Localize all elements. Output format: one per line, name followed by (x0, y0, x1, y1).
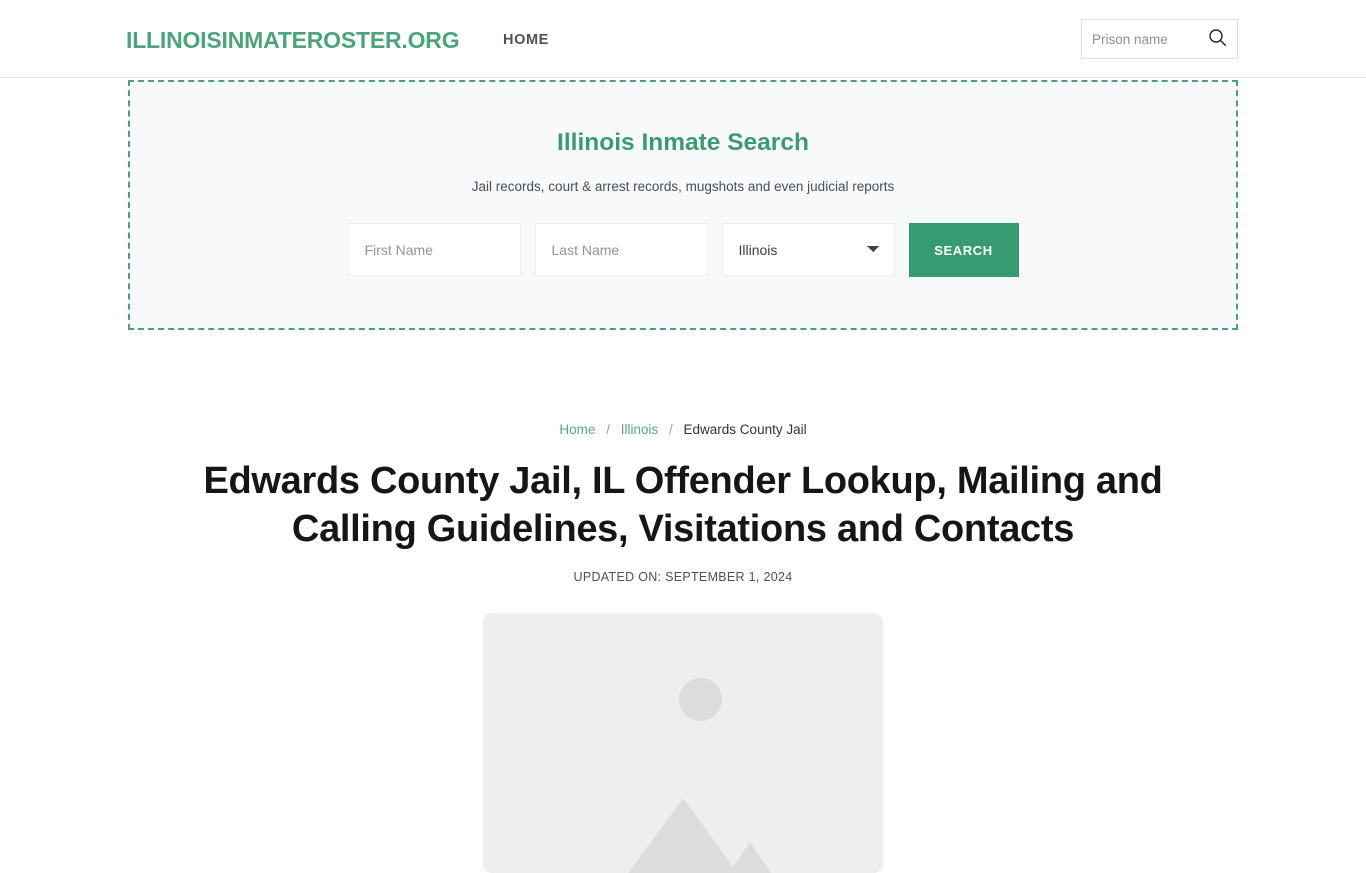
site-logo[interactable]: ILLINOISINMATEROSTER.ORG (126, 26, 460, 54)
breadcrumb-link-home[interactable]: Home (559, 422, 595, 437)
last-name-input[interactable] (534, 223, 708, 276)
breadcrumb-current: Edwards County Jail (683, 422, 807, 437)
breadcrumb-separator: / (606, 422, 610, 437)
search-icon (1208, 28, 1227, 50)
breadcrumb: Home / Illinois / Edwards County Jail (0, 420, 1366, 440)
hero-title: Illinois Inmate Search (557, 129, 809, 156)
article-main: Home / Illinois / Edwards County Jail Ed… (0, 420, 1366, 873)
first-name-input[interactable] (347, 223, 521, 276)
hero-section: Illinois Inmate Search Jail records, cou… (0, 78, 1366, 338)
header-search-box (1081, 19, 1238, 59)
site-header: ILLINOISINMATEROSTER.ORG HOME (0, 0, 1366, 78)
header-search-submit-button[interactable] (1198, 20, 1236, 58)
placeholder-mountain-small-shape (705, 842, 795, 873)
placeholder-sun-shape (679, 678, 722, 721)
state-select[interactable]: Illinois (721, 223, 895, 276)
breadcrumb-separator: / (669, 422, 673, 437)
featured-image-placeholder (483, 613, 883, 873)
updated-on-label: UPDATED ON: SEPTEMBER 1, 2024 (573, 570, 793, 584)
page-title: Edwards County Jail, IL Offender Lookup,… (203, 460, 1163, 550)
inmate-search-form: Illinois SEARCH (130, 223, 1236, 277)
breadcrumb-link-illinois[interactable]: Illinois (621, 422, 659, 437)
search-submit-button[interactable]: SEARCH (908, 223, 1019, 277)
nav-item-home[interactable]: HOME (503, 31, 549, 49)
inmate-search-panel: Illinois Inmate Search Jail records, cou… (128, 80, 1238, 330)
prison-name-search-input[interactable] (1082, 20, 1198, 58)
hero-subtitle: Jail records, court & arrest records, mu… (471, 179, 895, 194)
